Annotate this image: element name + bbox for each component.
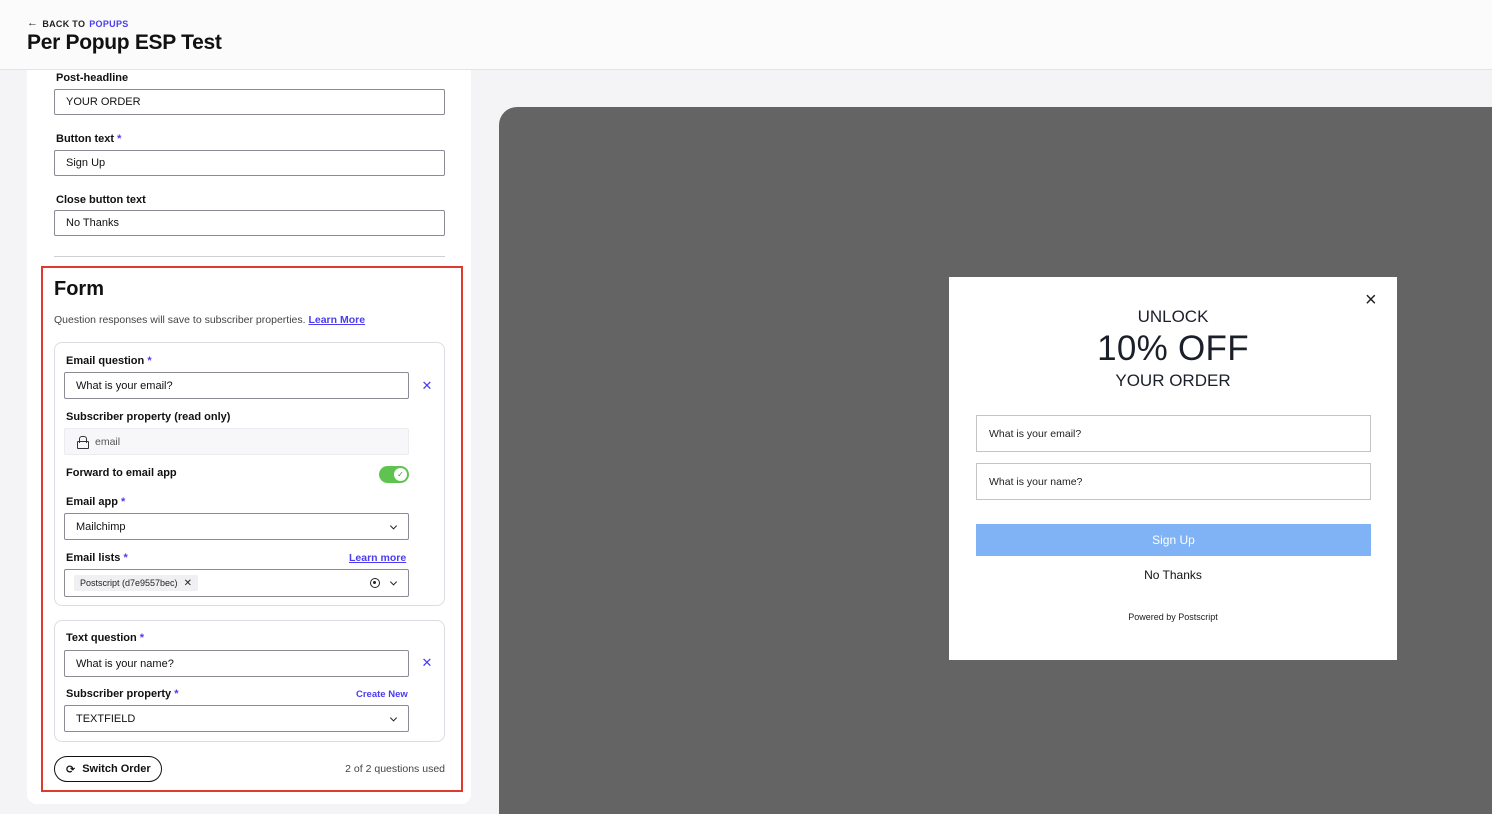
popup-email-input[interactable]: What is your email? — [976, 415, 1371, 452]
popup-signup-button[interactable]: Sign Up — [976, 524, 1371, 556]
subscriber-property-readonly-label: Subscriber property (read only) — [66, 411, 231, 423]
learn-more-link[interactable]: Learn More — [308, 314, 365, 326]
top-bar: ← BACK TO POPUPS Per Popup ESP Test — [0, 0, 1492, 70]
required-mark: * — [123, 552, 128, 564]
back-prefix: BACK TO — [42, 18, 86, 29]
switch-order-label: Switch Order — [82, 763, 151, 775]
post-headline-label: Post-headline — [56, 72, 129, 84]
button-text-label-text: Button text — [56, 133, 115, 145]
email-lists-learn-more-link[interactable]: Learn more — [349, 552, 406, 564]
email-lists-label: Email lists * — [66, 552, 128, 564]
required-mark: * — [174, 688, 179, 700]
email-app-label: Email app * — [66, 496, 125, 508]
email-app-value: Mailchimp — [76, 520, 126, 533]
email-lists-label-text: Email lists — [66, 552, 121, 564]
check-icon: ✓ — [394, 468, 407, 481]
subscriber-property-label: Subscriber property * — [66, 688, 178, 700]
post-headline-input[interactable]: YOUR ORDER — [54, 89, 445, 115]
subscriber-property-label-text: Subscriber property — [66, 688, 172, 700]
back-to-popups-link[interactable]: ← BACK TO POPUPS — [27, 18, 129, 29]
section-divider — [54, 256, 445, 257]
subscriber-property-readonly-field: email — [64, 428, 409, 455]
popup-post-headline: YOUR ORDER — [1115, 371, 1231, 390]
form-section-description: Question responses will save to subscrib… — [54, 314, 365, 326]
chevron-down-icon — [389, 713, 398, 722]
subscriber-property-select[interactable]: TEXTFIELD — [64, 705, 409, 732]
required-mark: * — [117, 133, 122, 145]
email-list-chip-label: Postscript (d7e9557bec) — [80, 578, 178, 588]
popup-name-input[interactable]: What is your name? — [976, 463, 1371, 500]
text-question-label: Text question * — [66, 632, 144, 644]
popup-headline: 10% OFF — [1097, 329, 1249, 368]
switch-order-button[interactable]: ⟳ Switch Order — [54, 756, 162, 782]
email-list-chip: Postscript (d7e9557bec) ✕ — [74, 575, 198, 591]
email-app-select[interactable]: Mailchimp — [64, 513, 409, 540]
email-app-label-text: Email app — [66, 496, 118, 508]
required-mark: * — [147, 355, 152, 367]
back-arrow-icon: ← — [27, 17, 39, 29]
close-button-text-label: Close button text — [56, 194, 146, 206]
remove-chip-icon[interactable]: ✕ — [184, 578, 192, 589]
remove-text-question-icon[interactable]: ✕ — [420, 656, 434, 670]
remove-email-question-icon[interactable]: ✕ — [420, 379, 434, 393]
popup-pre-headline: UNLOCK — [1137, 307, 1209, 326]
create-new-link[interactable]: Create New — [356, 689, 408, 700]
form-section-title: Form — [54, 278, 104, 300]
button-text-input[interactable]: Sign Up — [54, 150, 445, 176]
subscriber-property-select-value: TEXTFIELD — [76, 712, 136, 725]
cycle-icon: ⟳ — [66, 763, 76, 776]
text-question-input[interactable]: What is your name? — [64, 650, 409, 677]
popup-powered-by: Powered by Postscript — [1128, 612, 1218, 622]
forward-to-email-app-label: Forward to email app — [66, 467, 177, 479]
form-description-text: Question responses will save to subscrib… — [54, 314, 306, 326]
required-mark: * — [121, 496, 126, 508]
questions-used-count: 2 of 2 questions used — [345, 763, 445, 775]
target-icon[interactable] — [370, 578, 380, 588]
button-text-label: Button text * — [56, 133, 121, 145]
email-question-label: Email question * — [66, 355, 152, 367]
lock-icon — [77, 436, 89, 449]
required-mark: * — [139, 632, 145, 644]
chevron-down-icon[interactable] — [389, 578, 398, 586]
subscriber-property-value: email — [95, 435, 121, 448]
email-question-input[interactable]: What is your email? — [64, 372, 409, 399]
email-question-label-text: Email question — [66, 355, 145, 367]
page-title: Per Popup ESP Test — [27, 31, 222, 54]
chevron-down-icon — [389, 521, 398, 530]
back-target[interactable]: POPUPS — [89, 19, 128, 29]
text-question-label-text: Text question — [66, 632, 137, 644]
popup-no-thanks-link[interactable]: No Thanks — [949, 568, 1397, 582]
forward-to-email-app-toggle[interactable]: ✓ — [379, 466, 409, 483]
close-button-text-input[interactable]: No Thanks — [54, 210, 445, 236]
